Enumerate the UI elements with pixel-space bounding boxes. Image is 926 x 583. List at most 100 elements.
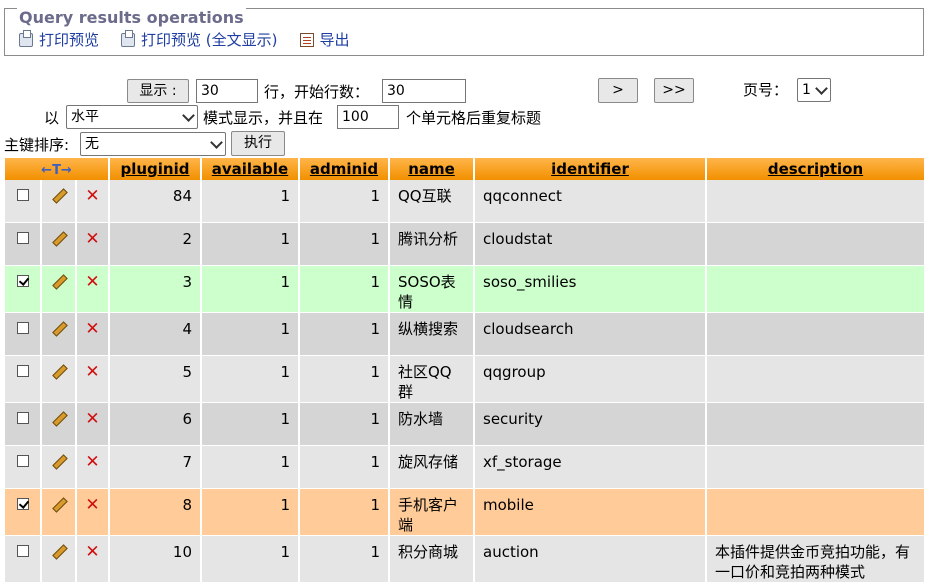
edit-icon[interactable] <box>42 223 76 266</box>
row-checkbox[interactable] <box>5 313 41 356</box>
edit-icon[interactable] <box>42 313 76 356</box>
delete-icon[interactable]: ✕ <box>77 356 109 403</box>
delete-icon[interactable]: ✕ <box>77 180 109 223</box>
next-page-button[interactable]: > <box>598 78 638 103</box>
delete-x-icon[interactable]: ✕ <box>85 452 99 472</box>
edit-icon[interactable] <box>42 266 76 313</box>
row-checkbox[interactable] <box>5 223 41 266</box>
table-row[interactable]: ✕ 3 1 1 SOSO表情 soso_smilies <box>5 266 925 313</box>
delete-icon[interactable]: ✕ <box>77 489 109 536</box>
delete-x-icon[interactable]: ✕ <box>85 229 99 249</box>
pencil-icon[interactable] <box>50 320 68 334</box>
cell-available: 1 <box>202 180 299 223</box>
row-checkbox[interactable] <box>5 180 41 223</box>
cell-available: 1 <box>202 266 299 313</box>
table-row[interactable]: ✕ 5 1 1 社区QQ群 qqgroup <box>5 356 925 403</box>
edit-icon[interactable] <box>42 536 76 583</box>
print-preview-full-link[interactable]: 打印预览 (全文显示) <box>121 29 278 50</box>
table-row[interactable]: ✕ 4 1 1 纵横搜索 cloudsearch <box>5 313 925 356</box>
checkbox[interactable] <box>16 322 29 334</box>
column-arrows-icon: ←T→ <box>41 163 72 178</box>
pencil-icon[interactable] <box>50 273 68 287</box>
pencil-icon[interactable] <box>50 410 68 424</box>
column-header-identifier[interactable]: identifier <box>475 158 706 180</box>
edit-icon[interactable] <box>42 403 76 446</box>
edit-icon[interactable] <box>42 356 76 403</box>
cell-available: 1 <box>202 446 299 489</box>
delete-icon[interactable]: ✕ <box>77 313 109 356</box>
column-header-available[interactable]: available <box>202 158 299 180</box>
cell-name: SOSO表情 <box>390 266 474 313</box>
delete-x-icon[interactable]: ✕ <box>85 362 99 382</box>
edit-icon[interactable] <box>42 446 76 489</box>
execute-button[interactable]: 执行 <box>231 131 285 156</box>
delete-x-icon[interactable]: ✕ <box>85 495 99 515</box>
repeat-headers-input[interactable]: 100 <box>337 105 399 129</box>
pencil-icon[interactable] <box>50 496 68 510</box>
cell-adminid: 1 <box>300 403 389 446</box>
print-preview-full-label: 打印预览 (全文显示) <box>141 31 278 49</box>
column-header-adminid[interactable]: adminid <box>300 158 389 180</box>
column-header-description[interactable]: description <box>707 158 925 180</box>
cell-description <box>707 313 925 356</box>
row-checkbox[interactable] <box>5 266 41 313</box>
cell-available: 1 <box>202 489 299 536</box>
cell-adminid: 1 <box>300 489 389 536</box>
row-checkbox[interactable] <box>5 356 41 403</box>
checkbox[interactable] <box>16 189 29 201</box>
pencil-icon[interactable] <box>50 453 68 467</box>
delete-x-icon[interactable]: ✕ <box>85 272 99 292</box>
checkbox[interactable] <box>16 498 29 510</box>
delete-icon[interactable]: ✕ <box>77 403 109 446</box>
delete-icon[interactable]: ✕ <box>77 536 109 583</box>
table-row[interactable]: ✕ 7 1 1 旋风存储 xf_storage <box>5 446 925 489</box>
checkbox[interactable] <box>16 275 29 287</box>
display-mode-select[interactable]: 水平 <box>66 105 198 129</box>
column-toggle-header[interactable]: ←T→ <box>5 158 109 180</box>
cell-name: 社区QQ群 <box>390 356 474 403</box>
cell-description <box>707 446 925 489</box>
page-select[interactable]: 1 <box>797 78 831 102</box>
print-preview-link[interactable]: 打印预览 <box>19 29 99 50</box>
checkbox[interactable] <box>16 232 29 244</box>
table-row[interactable]: ✕ 10 1 1 积分商城 auction 本插件提供金币竞拍功能，有一口价和竞拍两种模式 <box>5 536 925 583</box>
edit-icon[interactable] <box>42 489 76 536</box>
checkbox[interactable] <box>16 545 29 557</box>
delete-icon[interactable]: ✕ <box>77 446 109 489</box>
table-row[interactable]: ✕ 2 1 1 腾讯分析 cloudstat <box>5 223 925 266</box>
delete-x-icon[interactable]: ✕ <box>85 186 99 206</box>
delete-icon[interactable]: ✕ <box>77 266 109 313</box>
row-checkbox[interactable] <box>5 536 41 583</box>
last-page-button[interactable]: >> <box>654 78 694 103</box>
table-row[interactable]: ✕ 6 1 1 防水墙 security <box>5 403 925 446</box>
checkbox[interactable] <box>16 455 29 467</box>
start-row-input[interactable]: 30 <box>382 79 466 103</box>
row-checkbox[interactable] <box>5 446 41 489</box>
pencil-icon[interactable] <box>50 187 68 201</box>
delete-x-icon[interactable]: ✕ <box>85 319 99 339</box>
rows-count-input[interactable]: 30 <box>196 79 258 103</box>
table-row[interactable]: ✕ 8 1 1 手机客户端 mobile <box>5 489 925 536</box>
table-row[interactable]: ✕ 84 1 1 QQ互联 qqconnect <box>5 180 925 223</box>
column-header-name[interactable]: name <box>390 158 474 180</box>
delete-icon[interactable]: ✕ <box>77 223 109 266</box>
export-link[interactable]: 导出 <box>299 29 350 50</box>
delete-x-icon[interactable]: ✕ <box>85 409 99 429</box>
show-button[interactable]: 显示 : <box>127 79 189 103</box>
row-checkbox[interactable] <box>5 489 41 536</box>
edit-icon[interactable] <box>42 180 76 223</box>
pencil-icon[interactable] <box>50 543 68 557</box>
checkbox[interactable] <box>16 365 29 377</box>
sort-select[interactable]: 无 <box>80 132 226 156</box>
export-icon <box>299 32 314 47</box>
row-checkbox[interactable] <box>5 403 41 446</box>
pencil-icon[interactable] <box>50 230 68 244</box>
column-header-pluginid[interactable]: pluginid <box>110 158 201 180</box>
cell-identifier: security <box>475 403 706 446</box>
checkbox[interactable] <box>16 412 29 424</box>
cell-pluginid: 6 <box>110 403 201 446</box>
cell-identifier: cloudstat <box>475 223 706 266</box>
cell-pluginid: 4 <box>110 313 201 356</box>
delete-x-icon[interactable]: ✕ <box>85 542 99 562</box>
pencil-icon[interactable] <box>50 363 68 377</box>
